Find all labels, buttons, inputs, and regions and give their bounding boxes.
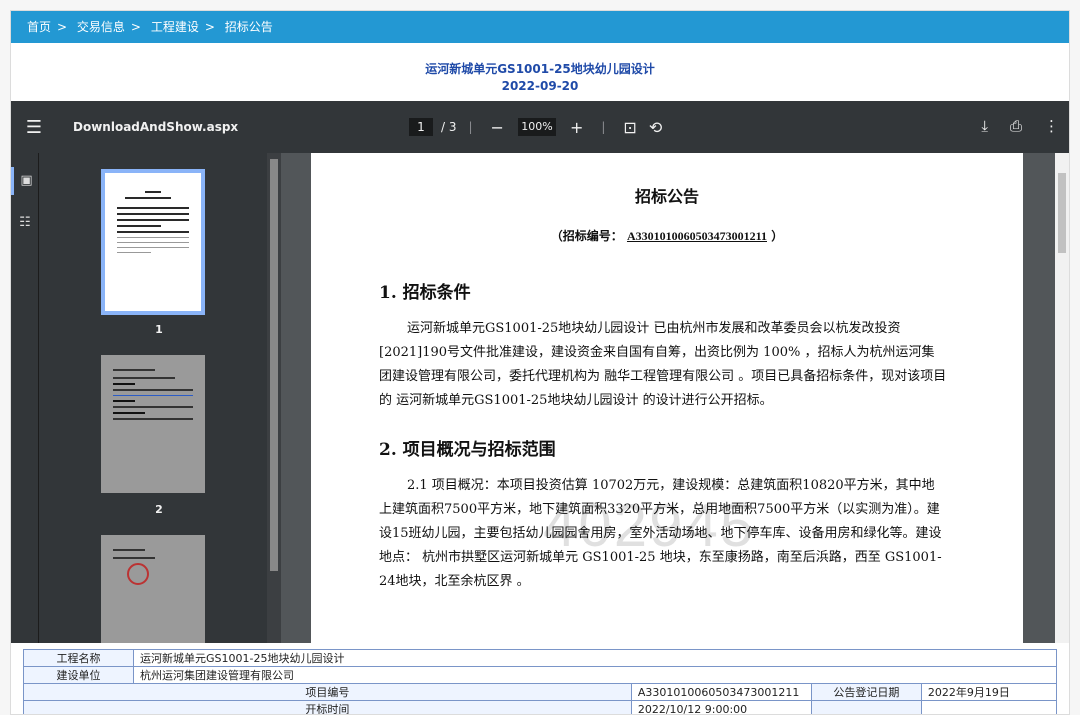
project-name-label: 工程名称 [23,649,134,667]
project-name-value: 运河新城单元GS1001-25地块幼儿园设计 [133,649,1057,667]
thumbnail-scrollbar[interactable] [267,153,281,643]
bid-number: A3301010060503473001211 [626,229,767,243]
section-2-title: 2. 项目概况与招标范围 [379,440,556,460]
watermark: 402945 [543,492,756,559]
breadcrumb-construction[interactable]: 工程建设 [151,20,199,34]
toolbar-divider: | [468,120,473,134]
breadcrumb-home[interactable]: 首页 [27,20,51,34]
page-thumbnail-1[interactable] [101,169,205,315]
page-total: / 3 [441,120,457,134]
reg-date-value: 2022年9月19日 [920,683,1058,701]
project-info-table: 工程名称 运河新城单元GS1001-25地块幼儿园设计 建设单位 杭州运河集团建… [23,649,1058,714]
thumbnail-number: 2 [155,503,163,516]
breadcrumb-trade-info[interactable]: 交易信息 [77,20,125,34]
breadcrumb-separator: > [204,20,215,34]
fit-page-icon[interactable]: ⊡ [623,118,636,137]
table-row: 项目编号 A3301010060503473001211 公告登记日期 2022… [23,683,1058,701]
page-thumbnail-3[interactable] [101,535,205,643]
project-no-value: A3301010060503473001211 [630,683,812,701]
outline-view-icon[interactable]: ☷ [11,209,39,237]
table-row: 工程名称 运河新城单元GS1001-25地块幼儿园设计 [23,649,1057,667]
rotate-icon[interactable]: ⟲ [649,118,662,137]
stamp-icon [127,563,149,585]
breadcrumb: 首页 > 交易信息 > 工程建设 > 招标公告 [11,11,1069,43]
open-time-value: 2022/10/12 9:00:00 [630,700,812,714]
pdf-toolbar: ☰ DownloadAndShow.aspx 1 / 3 | − 100% + … [11,101,1069,153]
builder-label: 建设单位 [23,666,134,684]
page-thumbnail-2[interactable] [101,355,205,493]
thumbnail-number: 1 [155,323,163,336]
download-icon[interactable]: ⤓ [981,117,988,135]
breadcrumb-current: 招标公告 [224,20,273,34]
toolbar-divider: | [601,120,606,134]
pdf-viewer: ☰ DownloadAndShow.aspx 1 / 3 | − 100% + … [11,101,1069,643]
table-row: 建设单位 杭州运河集团建设管理有限公司 [23,666,1057,684]
pdf-page: 招标公告 （招标编号： A3301010060503473001211 ） 1.… [311,153,1023,643]
page-scrollbar[interactable] [1055,153,1069,643]
table-row: 开标时间 2022/10/12 9:00:00 [23,700,1058,714]
toolbar-actions: ⤓ ⎙ ⋮ [981,117,1059,135]
announcement-title: 运河新城单元GS1001-25地块幼儿园设计 [425,62,655,76]
menu-icon[interactable]: ☰ [11,117,57,138]
breadcrumb-separator: > [130,20,141,34]
page-number-input[interactable]: 1 [409,118,433,136]
thumbnail-view-icon[interactable]: ▣ [11,167,39,195]
page-zoom-controls: 1 / 3 | − 100% + | ⊡ ⟲ [409,115,668,139]
more-icon[interactable]: ⋮ [1044,117,1059,135]
viewer-sidebar: ▣ ☷ [11,153,39,643]
bid-number-line: （招标编号： A3301010060503473001211 ） [550,229,784,243]
builder-value: 杭州运河集团建设管理有限公司 [133,666,1057,684]
zoom-input[interactable]: 100% [517,118,556,136]
zoom-in-icon[interactable]: + [570,118,583,137]
page-frame: 首页 > 交易信息 > 工程建设 > 招标公告 运河新城单元GS1001-25地块幼儿… [10,10,1070,715]
section-1-title: 1. 招标条件 [379,283,471,303]
breadcrumb-separator: > [57,20,68,34]
zoom-out-icon[interactable]: − [491,118,504,137]
section-1-text: 运河新城单元GS1001-25地块幼儿园设计 已由杭州市发展和改革委员会以杭发改… [379,321,947,408]
thumbnail-panel: 1 2 [39,153,279,643]
announcement-header: 运河新城单元GS1001-25地块幼儿园设计 2022-09-20 [11,43,1069,101]
reg-date-label: 公告登记日期 [810,683,922,701]
announcement-date: 2022-09-20 [501,79,579,93]
print-icon[interactable]: ⎙ [1010,117,1022,135]
document-heading: 招标公告 [634,187,699,206]
open-time-label: 开标时间 [23,700,632,714]
project-no-label: 项目编号 [23,683,632,701]
pdf-filename: DownloadAndShow.aspx [73,120,239,134]
